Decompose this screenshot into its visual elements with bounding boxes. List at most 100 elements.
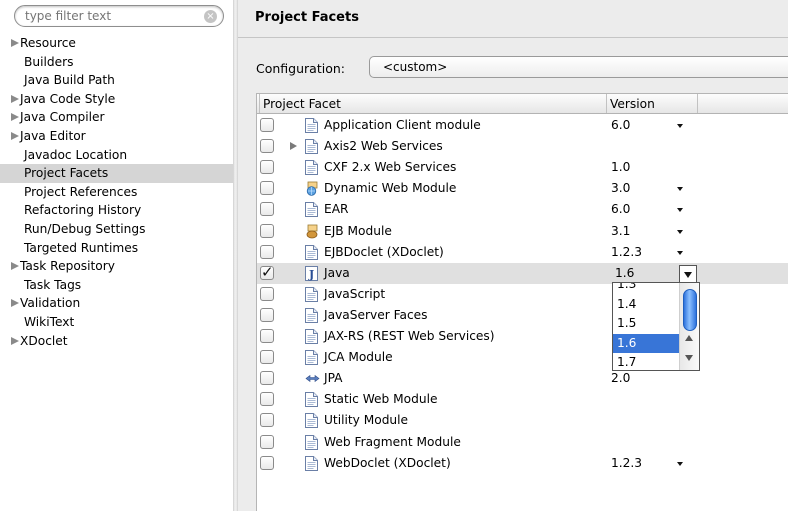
facet-checkbox[interactable] <box>260 286 274 301</box>
dropdown-arrow-icon[interactable] <box>677 250 683 255</box>
facet-row-ejb-module[interactable]: EJB Module 3.1 <box>257 221 788 242</box>
dropdown-arrow-icon[interactable] <box>677 124 683 128</box>
facet-row-java[interactable]: J Java 1.6 <box>257 262 788 284</box>
facet-row-javascript[interactable]: JavaScript <box>257 284 788 305</box>
facet-version[interactable]: 1.2.3 <box>611 245 642 259</box>
expand-arrow-icon[interactable] <box>11 131 19 140</box>
version-combo[interactable]: 1.6 <box>612 264 697 283</box>
sidebar-item-label: Java Compiler <box>20 110 105 125</box>
sidebar-item-label: Project Facets <box>24 166 109 181</box>
facet-checkbox[interactable] <box>260 434 274 449</box>
facet-row-application-client-module[interactable]: Application Client module 6.0 <box>257 115 788 136</box>
facet-row-ejbdoclet-xdoclet[interactable]: EJBDoclet (XDoclet) 1.2.3 <box>257 242 788 263</box>
expand-arrow-icon[interactable] <box>11 299 19 308</box>
configuration-combo[interactable]: <custom> <box>369 56 788 78</box>
facet-row-cxf-2-x-web-services[interactable]: CXF 2.x Web Services 1.0 <box>257 157 788 178</box>
sidebar-item-java-compiler[interactable]: Java Compiler <box>0 108 233 127</box>
clear-filter-icon[interactable]: × <box>204 10 217 23</box>
dropdown-arrow-icon[interactable] <box>677 187 683 192</box>
sidebar-item-java-code-style[interactable]: Java Code Style <box>0 90 233 109</box>
facet-row-static-web-module[interactable]: Static Web Module <box>257 389 788 410</box>
sidebar-item-wikitext[interactable]: WikiText <box>0 313 233 332</box>
facet-name: EJB Module <box>324 223 392 238</box>
facet-checkbox[interactable] <box>260 263 274 281</box>
dropdown-arrow-icon[interactable] <box>677 208 683 213</box>
facet-version[interactable]: 6.0 <box>611 202 630 216</box>
sidebar-item-task-tags[interactable]: Task Tags <box>0 276 233 295</box>
sidebar-item-java-editor[interactable]: Java Editor <box>0 127 233 146</box>
facet-row-ear[interactable]: EAR 6.0 <box>257 199 788 220</box>
facet-name: Dynamic Web Module <box>324 181 457 196</box>
sidebar-item-javadoc-location[interactable]: Javadoc Location <box>0 146 233 165</box>
sidebar-item-targeted-runtimes[interactable]: Targeted Runtimes <box>0 239 233 258</box>
facet-checkbox[interactable] <box>260 329 274 343</box>
sidebar-item-run-debug-settings[interactable]: Run/Debug Settings <box>0 220 233 239</box>
sidebar-item-project-references[interactable]: Project References <box>0 183 233 202</box>
expand-arrow-icon[interactable] <box>290 142 297 151</box>
facet-row-axis2-web-services[interactable]: Axis2 Web Services <box>257 136 788 157</box>
facet-checkbox[interactable] <box>260 455 274 470</box>
facet-row-dynamic-web-module[interactable]: Dynamic Web Module 3.0 <box>257 178 788 199</box>
facet-version[interactable]: 3.0 <box>611 181 630 195</box>
facet-name: CXF 2.x Web Services <box>324 160 457 175</box>
sidebar-item-project-facets[interactable]: Project Facets <box>0 164 233 183</box>
facet-row-webdoclet-xdoclet[interactable]: WebDoclet (XDoclet) 1.2.3 <box>257 453 788 474</box>
expand-arrow-icon[interactable] <box>11 113 19 122</box>
facet-row-javaserver-faces[interactable]: JavaServer Faces <box>257 305 788 326</box>
facet-checkbox[interactable] <box>260 181 274 196</box>
scroll-down-icon[interactable] <box>685 355 693 361</box>
expand-arrow-icon[interactable] <box>11 336 19 345</box>
scroll-up-icon[interactable] <box>685 335 693 341</box>
expand-arrow-icon[interactable] <box>11 39 19 47</box>
dropdown-arrow-icon[interactable] <box>677 461 683 466</box>
facet-version[interactable]: 1.2.3 <box>611 456 642 470</box>
sidebar-item-validation[interactable]: Validation <box>0 294 233 313</box>
doc-icon <box>305 160 318 176</box>
dropdown-arrow-icon[interactable] <box>679 264 697 283</box>
facet-checkbox[interactable] <box>260 160 274 175</box>
facet-row-jax-rs-rest-web-services[interactable]: JAX-RS (REST Web Services) <box>257 326 788 347</box>
sidebar-item-refactoring-history[interactable]: Refactoring History <box>0 201 233 220</box>
facet-checkbox[interactable] <box>260 223 274 238</box>
version-dropdown-list[interactable]: 1.3 1.4 1.5 1.6 1.7 <box>612 282 700 371</box>
facet-checkbox[interactable] <box>260 139 274 154</box>
facet-checkbox[interactable] <box>260 371 274 386</box>
facet-row-jca-module[interactable]: JCA Module <box>257 347 788 368</box>
expand-arrow-icon[interactable] <box>11 262 19 271</box>
facet-checkbox[interactable] <box>260 244 274 259</box>
facet-row-jpa[interactable]: JPA 2.0 <box>257 368 788 389</box>
facet-row-utility-module[interactable]: Utility Module <box>257 410 788 431</box>
sidebar-item-label: Javadoc Location <box>24 147 128 162</box>
version-option[interactable]: 1.7 <box>613 353 679 370</box>
facet-row-web-fragment-module[interactable]: Web Fragment Module <box>257 432 788 453</box>
dropdown-arrow-icon[interactable] <box>677 229 683 234</box>
facet-checkbox[interactable] <box>260 202 274 217</box>
facet-checkbox[interactable] <box>260 350 274 365</box>
version-option[interactable]: 1.4 <box>613 295 679 314</box>
doc-icon <box>305 434 318 450</box>
facet-name: Application Client module <box>324 118 481 132</box>
filter-input[interactable] <box>25 8 195 24</box>
column-header-facet[interactable]: Project Facet <box>263 97 341 111</box>
facet-checkbox[interactable] <box>260 413 274 428</box>
column-header-version[interactable]: Version <box>610 97 655 111</box>
sidebar-item-xdoclet[interactable]: XDoclet <box>0 332 233 351</box>
expand-arrow-icon[interactable] <box>11 94 19 103</box>
sidebar-item-task-repository[interactable]: Task Repository <box>0 257 233 276</box>
sidebar-item-builders[interactable]: Builders <box>0 53 233 72</box>
sidebar-item-resource[interactable]: Resource <box>0 34 233 53</box>
facet-checkbox[interactable] <box>260 118 274 132</box>
facet-version[interactable]: 3.1 <box>611 224 630 238</box>
sidebar-item-java-build-path[interactable]: Java Build Path <box>0 71 233 90</box>
scrollbar-thumb[interactable] <box>683 289 697 331</box>
dropdown-scrollbar[interactable] <box>679 283 699 370</box>
filter-field[interactable]: × <box>14 5 224 27</box>
facet-version[interactable]: 6.0 <box>611 118 630 132</box>
facet-checkbox[interactable] <box>260 392 274 407</box>
facet-checkbox[interactable] <box>260 307 274 322</box>
version-option[interactable]: 1.3 <box>613 283 679 294</box>
page-title: Project Facets <box>255 10 359 25</box>
version-option[interactable]: 1.6 <box>613 333 679 353</box>
doc-icon <box>305 392 318 408</box>
version-option[interactable]: 1.5 <box>613 314 679 333</box>
